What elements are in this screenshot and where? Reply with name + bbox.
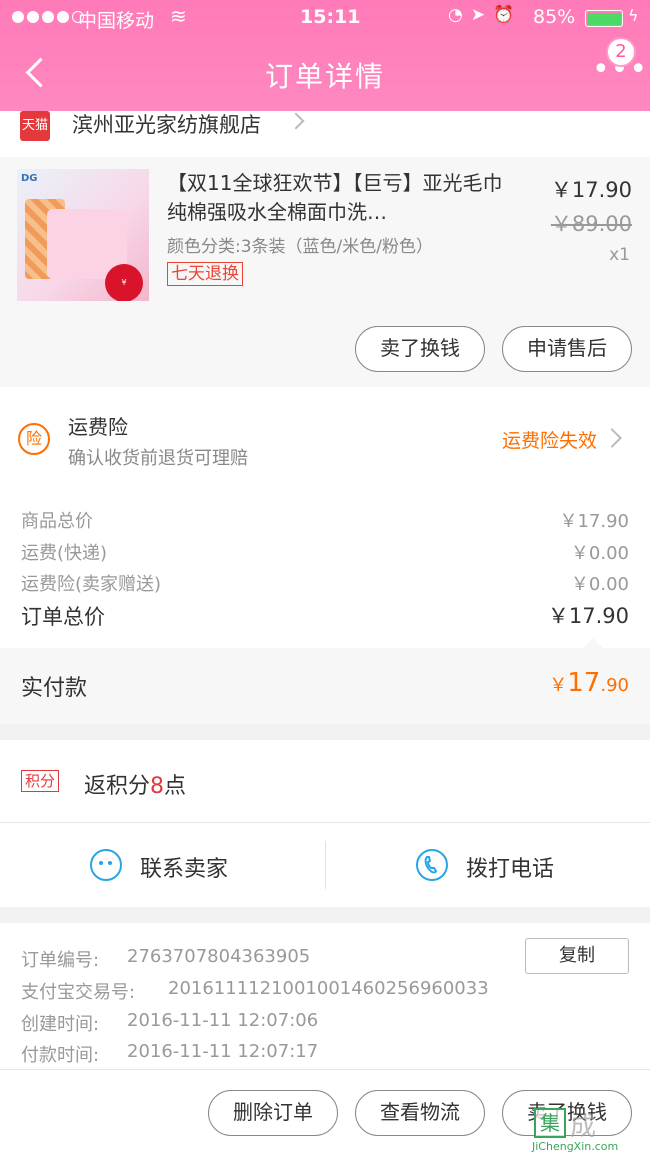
payment-integer: 17 <box>567 668 601 698</box>
return-policy-badge: 七天退换 <box>167 262 243 286</box>
order-info: 订单编号: 2763707804363905 复制 支付宝交易号: 201611… <box>0 923 650 1069</box>
shop-row[interactable]: 天猫 滨州亚光家纺旗舰店 <box>0 111 650 157</box>
original-price: ￥89.00 <box>550 212 632 236</box>
product-attribute: 颜色分类:3条装（蓝色/米色/粉色） <box>167 237 433 257</box>
goods-total-value: ￥17.90 <box>559 511 629 532</box>
navigation-header: 中国移动 ≋ 15:11 ◔➤⏰ 85% ϟ 订单详情 ••• 2 <box>0 0 650 111</box>
watermark-url: JiChengXin.com <box>532 1140 619 1153</box>
wifi-icon: ≋ <box>170 4 187 28</box>
shop-name: 滨州亚光家纺旗舰店 <box>72 113 261 137</box>
insurance-subtitle: 确认收货前退货可理赔 <box>68 448 248 469</box>
order-total-value: ￥17.90 <box>547 604 629 628</box>
shipping-insurance-row[interactable]: 险 运费险 确认收货前退货可理赔 运费险失效 <box>0 387 650 483</box>
apply-aftersale-button[interactable]: 申请售后 <box>502 326 632 372</box>
payment-decimal: .90 <box>600 675 629 696</box>
site-watermark: 集 成 JiChengXin.com <box>532 1106 650 1156</box>
brand-mark: DG <box>21 173 38 184</box>
signal-strength-icon <box>12 11 84 23</box>
alipay-number-value: 2016111121001001460256960033 <box>168 978 489 999</box>
contact-bar: 联系卖家 拨打电话 <box>0 823 650 907</box>
points-badge: 积分 <box>21 770 60 792</box>
currency-symbol: ￥ <box>549 675 568 696</box>
delete-order-button[interactable]: 删除订单 <box>208 1090 338 1136</box>
points-number: 8 <box>150 774 165 799</box>
product-title: 【双11全球狂欢节】【巨亏】亚光毛巾 纯棉强吸水全棉面巾洗… <box>167 171 503 224</box>
order-total-label: 订单总价 <box>21 605 105 629</box>
alipay-number-label: 支付宝交易号: <box>21 982 136 1003</box>
call-phone-button[interactable]: 拨打电话 <box>326 823 650 907</box>
message-count-badge: 2 <box>606 37 636 67</box>
view-logistics-button[interactable]: 查看物流 <box>355 1090 485 1136</box>
product-quantity: x1 <box>609 245 630 265</box>
shipping-fee-label: 运费(快递) <box>21 543 108 564</box>
product-price: ￥17.90 <box>550 178 632 202</box>
order-number-label: 订单编号: <box>21 950 100 971</box>
battery-percent: 85% <box>533 6 576 28</box>
created-time-label: 创建时间: <box>21 1014 100 1035</box>
copy-button[interactable]: 复制 <box>525 938 629 974</box>
actual-payment-value: ￥17.90 <box>549 668 629 698</box>
chevron-right-icon <box>602 428 622 448</box>
points-row: 积分 返积分8点 <box>0 740 650 823</box>
goods-total-label: 商品总价 <box>21 511 93 532</box>
status-bar: 中国移动 ≋ 15:11 ◔➤⏰ 85% ϟ <box>0 0 650 36</box>
page-title: 订单详情 <box>264 60 385 93</box>
battery-icon <box>585 10 623 27</box>
status-time: 15:11 <box>300 6 361 28</box>
points-suffix: 点 <box>164 774 187 799</box>
points-prefix: 返积分 <box>84 774 151 799</box>
chat-icon <box>90 849 122 881</box>
watermark-logo-icon: 集 <box>534 1108 566 1138</box>
carrier-name: 中国移动 <box>78 10 155 32</box>
paid-time-label: 付款时间: <box>21 1045 100 1066</box>
actual-payment-label: 实付款 <box>21 676 88 701</box>
paid-time-value: 2016-11-11 12:07:17 <box>127 1041 319 1062</box>
status-icons: ◔➤⏰ <box>448 5 523 25</box>
product-card[interactable]: DG ¥ 【双11全球狂欢节】【巨亏】亚光毛巾 纯棉强吸水全棉面巾洗… 颜色分类… <box>0 157 650 387</box>
charging-icon: ϟ <box>628 6 639 25</box>
order-number-value: 2763707804363905 <box>127 946 311 967</box>
price-tag-image: ¥ <box>105 264 143 301</box>
points-text: 返积分8点 <box>84 768 186 800</box>
phone-icon <box>416 849 448 881</box>
chevron-right-icon <box>287 112 305 130</box>
insurance-fee-label: 运费险(卖家赠送) <box>21 574 162 595</box>
tmall-logo-icon: 天猫 <box>20 111 50 141</box>
fee-summary: 商品总价 ￥17.90 运费(快递) ￥0.00 运费险(卖家赠送) ￥0.00… <box>0 483 650 649</box>
insurance-status: 运费险失效 <box>502 430 598 452</box>
contact-seller-label: 联系卖家 <box>140 857 229 882</box>
insurance-icon: 险 <box>18 423 50 455</box>
shipping-fee-value: ￥0.00 <box>570 543 629 564</box>
product-thumbnail[interactable]: DG ¥ <box>17 169 149 301</box>
sell-for-cash-button[interactable]: 卖了换钱 <box>355 326 485 372</box>
insurance-title: 运费险 <box>68 415 128 439</box>
call-phone-label: 拨打电话 <box>466 857 555 882</box>
contact-seller-button[interactable]: 联系卖家 <box>0 823 325 907</box>
actual-payment-row: 实付款 ￥17.90 <box>0 648 650 724</box>
insurance-fee-value: ￥0.00 <box>570 574 629 595</box>
watermark-text: 成 <box>570 1112 598 1142</box>
created-time-value: 2016-11-11 12:07:06 <box>127 1010 319 1031</box>
